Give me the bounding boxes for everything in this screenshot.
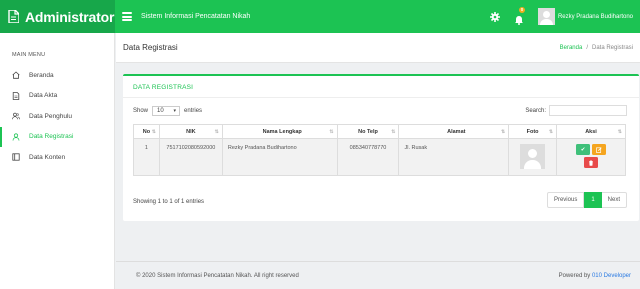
gear-icon[interactable] [489, 11, 500, 22]
sort-icon: ⇅ [617, 129, 622, 135]
powered-by: Powered by 010 Developer [559, 273, 631, 279]
notification-button[interactable]: 0 [514, 6, 525, 25]
card-title: DATA REGISTRASI [133, 84, 194, 91]
column-header-telp[interactable]: No Telp ⇅ [336, 124, 400, 139]
copyright-text: © 2020 Sistem Informasi Pencatatan Nikah… [136, 272, 299, 279]
sidebar-item-label: Data Registrasi [29, 133, 74, 141]
column-header-foto[interactable]: Foto ⇅ [508, 124, 558, 139]
registration-table: No ⇅ NIK ⇅ Nama Lengkap ⇅ No Telp ⇅ Alamat ⇅ … [133, 124, 626, 176]
next-page-button[interactable]: Next [601, 192, 627, 208]
page-title: Data Registrasi [123, 43, 178, 52]
column-header-alamat[interactable]: Alamat ⇅ [398, 124, 510, 139]
topbar: Sistem Informasi Pencatatan Nikah 0 Rezk… [115, 0, 640, 33]
user-icon [12, 133, 20, 141]
entries-control: Show 10 entries [133, 106, 202, 116]
sidebar-item-beranda[interactable]: Beranda [0, 65, 114, 86]
breadcrumb-home-link[interactable]: Beranda [560, 45, 583, 51]
notification-badge: 0 [518, 6, 525, 13]
file-icon [8, 10, 19, 23]
developer-link[interactable]: 010 Developer [592, 273, 631, 279]
search-label: Search: [525, 107, 546, 114]
sort-icon: ⇅ [548, 129, 554, 135]
sidebar-item-label: Data Penghulu [29, 112, 73, 120]
sort-icon: ⇅ [391, 129, 396, 135]
users-icon [12, 112, 20, 120]
cell-foto [508, 138, 558, 176]
cell-telp: 085340778770 [336, 138, 400, 176]
sidebar-item-data-registrasi[interactable]: Data Registrasi [0, 126, 114, 147]
home-icon [12, 71, 20, 79]
trash-icon [589, 160, 594, 166]
registration-card: DATA REGISTRASI Show 10 entries Search: … [123, 74, 639, 221]
search-control: Search: [525, 105, 627, 116]
verify-button[interactable]: ✔ [576, 144, 591, 155]
breadcrumb-current: Data Registrasi [591, 44, 633, 51]
sort-icon: ⇅ [500, 129, 506, 135]
previous-page-button[interactable]: Previous [546, 192, 585, 208]
sidebar-item-data-akta[interactable]: Data Akta [0, 86, 114, 107]
entries-label: entries [184, 108, 203, 114]
cell-nama: Rezky Pradana Budihartono [221, 138, 338, 176]
brand-title: Administrator [25, 8, 115, 25]
cell-nik: 7517102080592000 [158, 138, 223, 176]
sidebar-item-data-konten[interactable]: Data Konten [0, 147, 114, 168]
cell-no: 1 [133, 138, 160, 176]
entries-value: 10 [157, 108, 164, 114]
sort-icon: ⇅ [214, 129, 219, 135]
avatar[interactable] [537, 8, 555, 25]
cell-alamat: Jl. Rusak [398, 138, 510, 176]
edit-button[interactable] [592, 144, 607, 155]
breadcrumb-separator: / [586, 44, 588, 51]
page-header: Data Registrasi Beranda / Data Registras… [116, 33, 640, 63]
delete-button[interactable] [584, 157, 599, 168]
column-header-aksi[interactable]: Aksi ⇅ [556, 124, 626, 139]
page-1-button[interactable]: 1 [584, 192, 602, 208]
edit-icon [596, 146, 602, 153]
show-label: Show [133, 108, 149, 114]
user-name[interactable]: Rezky Pradana Budihartono [558, 14, 633, 20]
cell-aksi: ✔ [556, 138, 626, 176]
divider [123, 97, 639, 98]
powered-by-label: Powered by [558, 272, 591, 279]
sort-icon: ⇅ [329, 129, 334, 135]
photo-placeholder [520, 144, 546, 169]
column-header-no[interactable]: No ⇅ [133, 124, 160, 139]
sort-icon: ⇅ [151, 129, 156, 135]
breadcrumb: Beranda / Data Registrasi [560, 45, 633, 51]
brand[interactable]: Administrator [0, 0, 115, 33]
entries-select[interactable]: 10 [152, 106, 181, 116]
sidebar: MAIN MENU Beranda Data Akta Data Penghul… [0, 33, 115, 289]
table-header-row: No ⇅ NIK ⇅ Nama Lengkap ⇅ No Telp ⇅ Alamat ⇅ … [133, 124, 626, 139]
table-row: 1 7517102080592000 Rezky Pradana Budihar… [133, 138, 626, 176]
table-info: Showing 1 to 1 of 1 entries [133, 199, 205, 205]
sidebar-item-label: Beranda [29, 71, 54, 79]
footer: © 2020 Sistem Informasi Pencatatan Nikah… [116, 261, 640, 289]
column-header-nama[interactable]: Nama Lengkap ⇅ [221, 124, 338, 139]
sidebar-item-data-penghulu[interactable]: Data Penghulu [0, 106, 114, 127]
system-title: Sistem Informasi Pencatatan Nikah [141, 13, 251, 20]
check-icon: ✔ [580, 146, 586, 153]
pagination: Previous 1 Next [546, 192, 627, 208]
menu-toggle-icon[interactable] [122, 12, 132, 21]
document-icon [12, 91, 20, 100]
sidebar-item-label: Data Konten [29, 153, 66, 161]
sidebar-item-label: Data Akta [29, 92, 58, 100]
search-input[interactable] [549, 105, 627, 116]
column-header-nik[interactable]: NIK ⇅ [158, 124, 223, 139]
main-content: Data Registrasi Beranda / Data Registras… [116, 33, 640, 289]
bell-icon [514, 15, 523, 25]
menu-heading: MAIN MENU [12, 52, 46, 58]
book-icon [12, 153, 20, 161]
